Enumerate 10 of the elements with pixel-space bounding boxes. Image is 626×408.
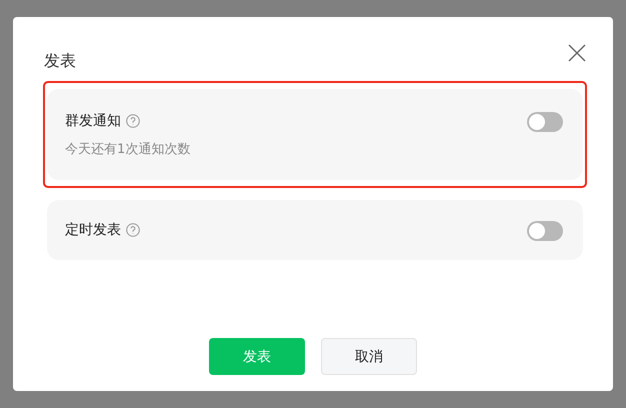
close-icon[interactable] [567, 43, 587, 63]
help-icon[interactable] [126, 223, 140, 237]
help-icon[interactable] [126, 114, 140, 128]
option-label: 定时发表 [65, 221, 121, 240]
option-note: 今天还有1次通知次数 [65, 141, 190, 159]
option-label: 群发通知 [65, 112, 121, 131]
cancel-button[interactable]: 取消 [321, 338, 417, 375]
toggle-switch[interactable] [527, 112, 563, 132]
dialog-title: 发表 [44, 51, 76, 72]
toggle-switch[interactable] [527, 221, 563, 241]
